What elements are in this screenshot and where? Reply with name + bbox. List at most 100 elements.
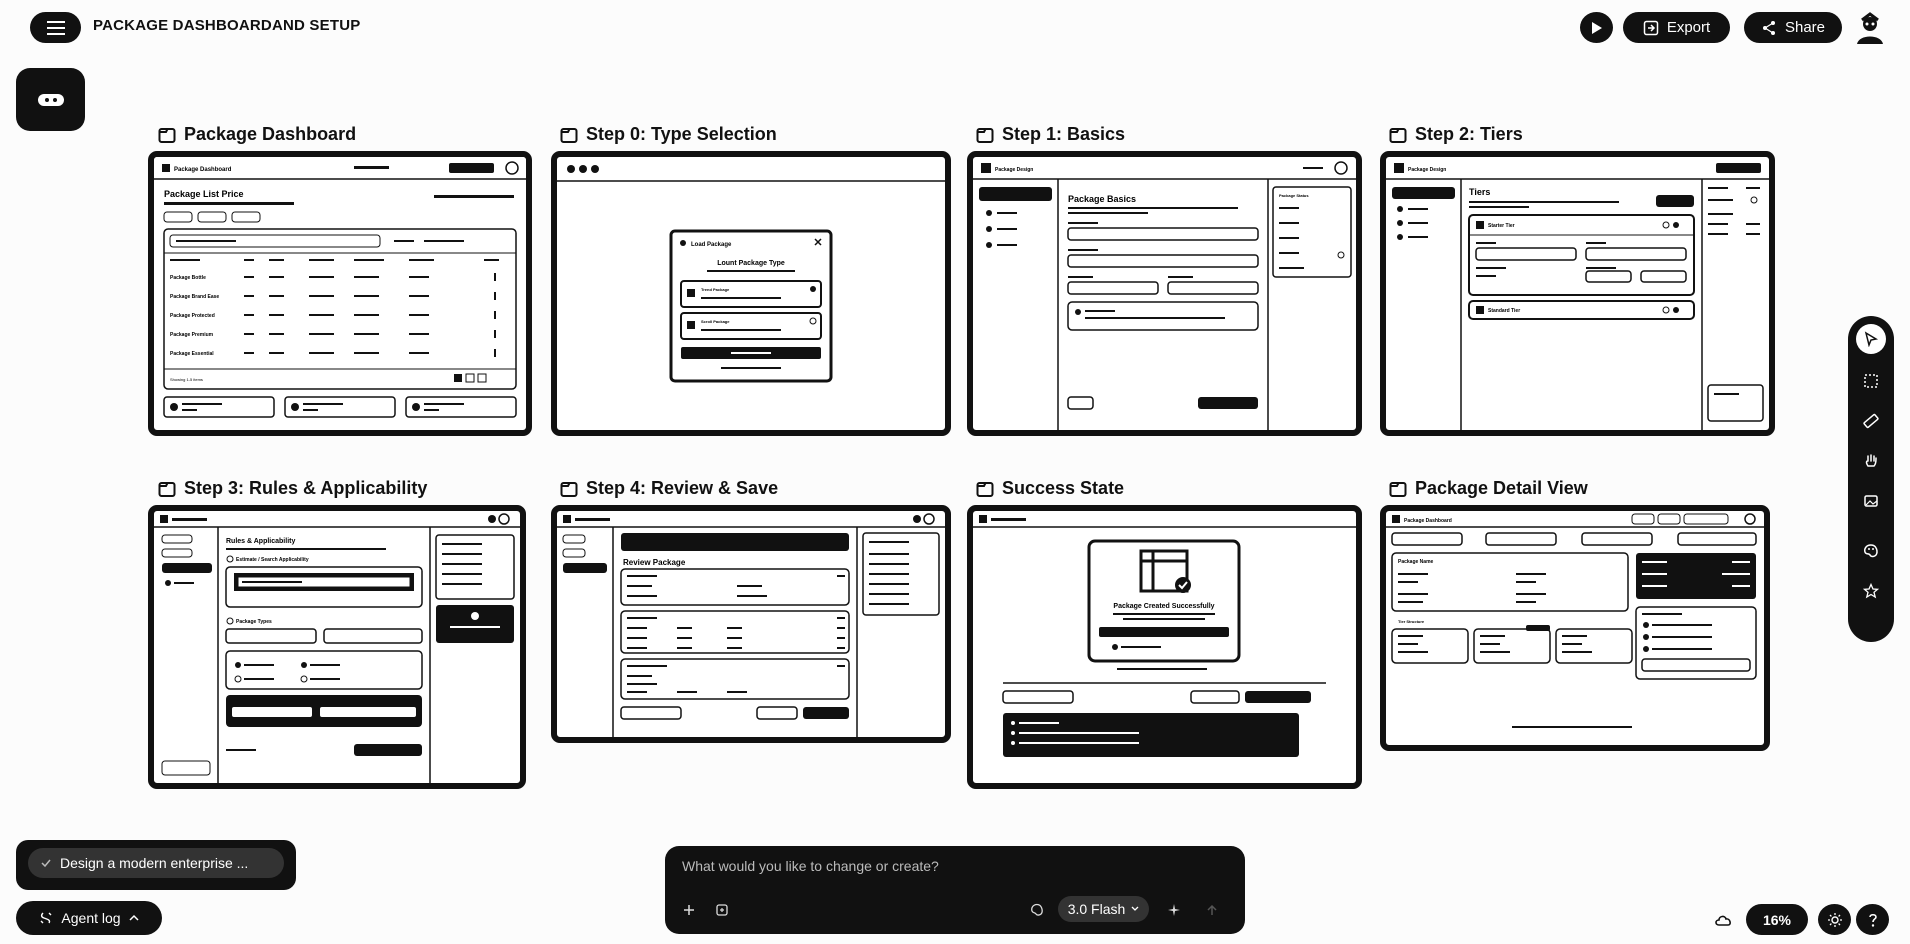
mock-card-title: Tier Structure: [1398, 619, 1425, 624]
agent-icon: [40, 912, 52, 924]
frame-title-step1[interactable]: Step 1: Basics: [976, 124, 1125, 145]
mock-app-title: Package Design: [1408, 167, 1446, 173]
hamburger-icon: [46, 20, 65, 35]
attach-frame-button[interactable]: [710, 898, 734, 922]
frame-title-label: Step 4: Review & Save: [586, 478, 779, 498]
frame-detail[interactable]: Package Dashboard Package Name Tier Stru…: [1380, 505, 1770, 751]
zoom-label: 16%: [1762, 911, 1792, 928]
menu-button[interactable]: [30, 12, 81, 43]
frame-title-dashboard[interactable]: Package Dashboard: [158, 124, 356, 145]
export-icon: [1643, 20, 1659, 35]
model-label: 3.0 Flash: [1067, 901, 1126, 917]
palette-button[interactable]: [1025, 898, 1049, 922]
frame-title-label: Success State: [1002, 478, 1125, 498]
mock-table-rows: Package Bottle Package Brand Ease Packag…: [170, 275, 219, 357]
prompt-input[interactable]: [682, 858, 1222, 874]
share-label: Share: [1784, 19, 1826, 36]
mock-option: Scroll Package: [701, 319, 730, 324]
enhance-button[interactable]: [1162, 898, 1186, 922]
image-tool[interactable]: [1856, 486, 1886, 516]
dashboard-mock: Package Dashboard Package List Price Pac…: [154, 157, 526, 418]
cloud-sync-status[interactable]: [1713, 909, 1735, 931]
task-pill[interactable]: Design a modern enterprise ...: [28, 848, 284, 878]
frame-title-step4[interactable]: Step 4: Review & Save: [560, 478, 778, 499]
frame-icon: [1389, 481, 1407, 497]
mock-subheading: Estimate / Search Applicability: [236, 557, 309, 563]
frame-icon: [560, 127, 578, 143]
zoom-level[interactable]: 16%: [1746, 904, 1808, 935]
detail-mock: Package Dashboard Package Name Tier Stru…: [1386, 513, 1764, 728]
frame-success[interactable]: Package Created Successfully: [967, 505, 1362, 789]
chat-toggle-button[interactable]: [16, 68, 85, 131]
frame-title-label: Package Dashboard: [184, 124, 357, 144]
select-area-icon: [1864, 374, 1878, 388]
frame-step0[interactable]: Load Package Lount Package Type Trend Pa…: [551, 151, 951, 436]
theme-toggle[interactable]: [1818, 904, 1851, 935]
step0-mock: Load Package Lount Package Type Trend Pa…: [557, 165, 945, 383]
frame-step3[interactable]: Rules & Applicability Estimate / Search …: [148, 505, 526, 789]
play-button[interactable]: [1580, 12, 1613, 43]
mock-heading: Review Package: [623, 558, 686, 567]
mock-side-title: Package Status: [1279, 193, 1309, 198]
star-icon: [1863, 583, 1879, 599]
add-button[interactable]: [677, 898, 701, 922]
ruler-icon: [1863, 413, 1879, 429]
mock-heading: Package Basics: [1068, 194, 1136, 204]
frame-dashboard[interactable]: Package Dashboard Package List Price Pac…: [148, 151, 532, 436]
step1-mock: Package Design Package Basics Package St…: [973, 161, 1356, 430]
mock-footer: Showing 1-5 items: [170, 377, 203, 382]
mock-heading: Package List Price: [164, 189, 244, 199]
help-button[interactable]: [1856, 904, 1889, 935]
frame-step2[interactable]: Package Design Tiers Starter Tier Standa…: [1380, 151, 1775, 436]
chat-bubble-icon: [37, 93, 64, 106]
step2-mock: Package Design Tiers Starter Tier Standa…: [1386, 163, 1769, 430]
frame-title-detail[interactable]: Package Detail View: [1389, 478, 1588, 499]
mock-heading: Package Created Successfully: [1113, 603, 1214, 610]
help-icon: [1868, 913, 1877, 927]
canvas-toolbar: [1848, 316, 1894, 642]
ruler-tool[interactable]: [1856, 406, 1886, 436]
mock-row: Package Essential: [170, 351, 214, 357]
star-tool[interactable]: [1856, 576, 1886, 606]
frame-icon: [560, 481, 578, 497]
share-button[interactable]: Share: [1744, 12, 1842, 43]
send-button[interactable]: [1200, 898, 1224, 922]
export-button[interactable]: Export: [1623, 12, 1730, 43]
agent-log-label: Agent log: [61, 910, 121, 926]
mock-row: Package Brand Ease: [170, 294, 219, 300]
mock-app-title: Package Dashboard: [1404, 518, 1452, 524]
hand-icon: [1865, 454, 1877, 467]
select-area-tool[interactable]: [1856, 366, 1886, 396]
plus-icon: [684, 905, 694, 915]
cursor-tool[interactable]: [1856, 324, 1886, 354]
prompt-box: 3.0 Flash: [665, 846, 1245, 934]
palette-tool[interactable]: [1856, 536, 1886, 566]
frame-title-label: Package Detail View: [1415, 478, 1588, 498]
sparkle-icon: [1168, 904, 1180, 916]
agent-log-button[interactable]: Agent log: [16, 901, 162, 935]
frame-step4[interactable]: Review Package: [551, 505, 951, 743]
frame-step1[interactable]: Package Design Package Basics Package St…: [967, 151, 1362, 436]
model-selector[interactable]: 3.0 Flash: [1058, 896, 1149, 922]
palette-icon: [1864, 544, 1878, 558]
frame-icon: [158, 127, 176, 143]
mock-heading: Rules & Applicability: [226, 538, 295, 545]
success-mock: Package Created Successfully: [973, 515, 1356, 757]
mock-row: Package Premium: [170, 332, 214, 338]
task-card[interactable]: Design a modern enterprise ...: [16, 840, 296, 890]
mock-tier: Standard Tier: [1488, 308, 1520, 314]
frame-icon: [1389, 127, 1407, 143]
frame-title-success[interactable]: Success State: [976, 478, 1124, 499]
frame-title-step2[interactable]: Step 2: Tiers: [1389, 124, 1523, 145]
frame-title-label: Step 1: Basics: [1002, 124, 1126, 144]
arrow-up-icon: [1207, 904, 1217, 915]
frame-title-step0[interactable]: Step 0: Type Selection: [560, 124, 777, 145]
mock-row: Package Protected: [170, 313, 215, 319]
user-avatar[interactable]: [1853, 12, 1887, 46]
frame-title-label: Step 3: Rules & Applicability: [184, 478, 428, 498]
avatar-icon: [1857, 12, 1883, 44]
hand-tool[interactable]: [1856, 446, 1886, 476]
project-title: PACKAGE DASHBOARDAND SETUP: [93, 17, 361, 34]
frame-title-step3[interactable]: Step 3: Rules & Applicability: [158, 478, 427, 499]
step4-mock: Review Package: [557, 513, 945, 737]
